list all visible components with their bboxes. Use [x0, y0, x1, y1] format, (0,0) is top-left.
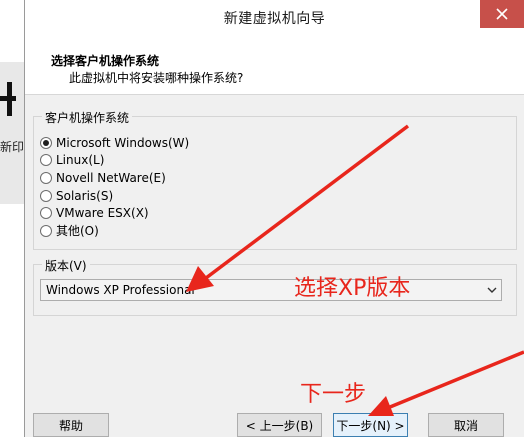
close-button[interactable]	[480, 0, 524, 28]
guest-os-group-label: 客户机操作系统	[42, 109, 133, 126]
radio-button[interactable]	[40, 136, 52, 149]
plus-icon	[0, 82, 16, 116]
back-button[interactable]: < 上一步(B)	[237, 413, 322, 437]
cancel-button[interactable]: 取消	[428, 413, 504, 437]
radio-vmware-esx[interactable]: VMware ESX(X)	[40, 204, 149, 221]
page-subtitle: 此虚拟机中将安装哪种操作系统?	[69, 71, 244, 85]
help-button[interactable]: 帮助	[33, 413, 109, 437]
screen: 新印 新建虚拟机向导 选择客户机操作系统 此虚拟机中将安装哪种操作系统? 客户机…	[0, 0, 524, 437]
guest-os-group: 客户机操作系统 Microsoft Windows(W) Linux(L) No…	[33, 109, 517, 250]
radio-label: Novell NetWare(E)	[56, 170, 166, 185]
background-app-text: 新印	[0, 140, 25, 154]
radio-button[interactable]	[40, 153, 52, 166]
window-title: 新建虚拟机向导	[223, 11, 326, 27]
page-title: 选择客户机操作系统	[51, 54, 160, 68]
radio-button[interactable]	[40, 206, 52, 219]
radio-label: VMware ESX(X)	[56, 205, 149, 220]
radio-label: Linux(L)	[56, 152, 105, 167]
radio-button[interactable]	[40, 189, 52, 202]
version-select[interactable]: Windows XP Professional	[40, 279, 502, 301]
chevron-down-icon	[487, 287, 497, 293]
annotation-select-xp: 选择XP版本	[294, 276, 411, 301]
annotation-next-step: 下一步	[300, 382, 367, 407]
version-group-label: 版本(V)	[42, 257, 90, 274]
radio-microsoft-windows[interactable]: Microsoft Windows(W)	[40, 134, 189, 151]
version-select-value: Windows XP Professional	[46, 283, 195, 297]
radio-other[interactable]: 其他(O)	[40, 222, 99, 239]
radio-solaris[interactable]: Solaris(S)	[40, 187, 113, 204]
next-button[interactable]: 下一步(N) >	[333, 413, 408, 437]
radio-label: Microsoft Windows(W)	[56, 135, 190, 150]
radio-novell-netware[interactable]: Novell NetWare(E)	[40, 169, 166, 186]
radio-button[interactable]	[40, 171, 52, 184]
version-group: 版本(V) Windows XP Professional	[33, 257, 517, 316]
title-bar[interactable]: 新建虚拟机向导	[25, 0, 524, 32]
close-icon	[496, 8, 508, 20]
radio-linux[interactable]: Linux(L)	[40, 151, 104, 168]
new-vm-wizard-dialog: 新建虚拟机向导 选择客户机操作系统 此虚拟机中将安装哪种操作系统? 客户机操作系…	[24, 0, 524, 437]
radio-label: Solaris(S)	[56, 188, 114, 203]
wizard-header: 选择客户机操作系统 此虚拟机中将安装哪种操作系统?	[25, 32, 524, 95]
radio-button[interactable]	[40, 224, 52, 237]
radio-label: 其他(O)	[56, 224, 99, 238]
